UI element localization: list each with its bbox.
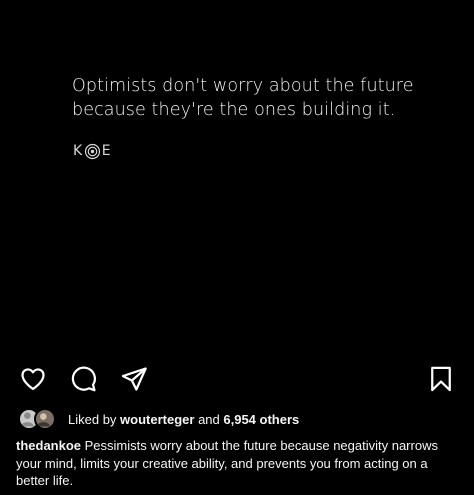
share-button[interactable] — [117, 362, 151, 396]
save-button[interactable] — [424, 362, 458, 396]
instagram-post: Optimists don't worry about the future b… — [0, 0, 474, 495]
quote-line-1: Optimists don't worry about the future — [72, 76, 414, 96]
comment-bubble-icon — [71, 366, 96, 392]
comment-button[interactable] — [66, 362, 100, 396]
post-caption: thedankoe Pessimists worry about the fut… — [16, 437, 456, 490]
quote-line-2: because they're the ones building it. — [72, 100, 396, 120]
target-logo-icon — [84, 143, 101, 160]
avatar — [34, 408, 56, 430]
likes-text: Liked by wouterteger and 6,954 others — [68, 412, 299, 427]
heart-outline-icon — [21, 368, 45, 391]
paper-plane-icon — [121, 367, 147, 391]
likes-connector: and — [194, 411, 224, 427]
brand-letter-e: E — [101, 143, 112, 159]
quote-text: Optimists don't worry about the future b… — [72, 74, 452, 122]
caption-username[interactable]: thedankoe — [16, 438, 81, 453]
post-image[interactable]: Optimists don't worry about the future b… — [0, 0, 474, 352]
liker-avatars — [18, 408, 62, 430]
likes-summary[interactable]: Liked by wouterteger and 6,954 others — [18, 408, 299, 430]
liker-username[interactable]: wouterteger — [120, 412, 194, 427]
likes-prefix: Liked by — [68, 411, 121, 427]
bookmark-outline-icon — [431, 366, 451, 392]
brand-logo: K E — [73, 141, 111, 161]
action-bar — [0, 362, 474, 396]
like-button[interactable] — [16, 362, 50, 396]
likes-count[interactable]: 6,954 others — [223, 412, 299, 427]
brand-letter-k: K — [73, 143, 83, 159]
